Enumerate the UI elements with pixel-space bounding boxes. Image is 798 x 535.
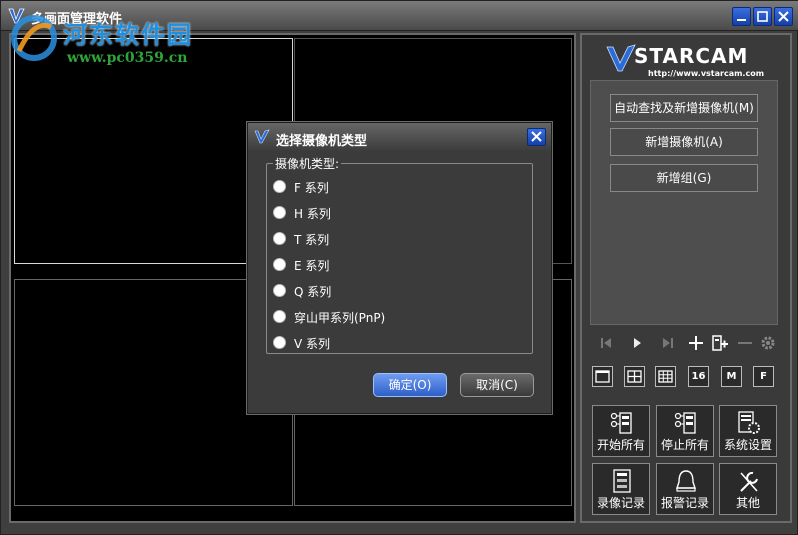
action-box: 自动查找及新增摄像机(M) 新增摄像机(A) 新增组(G): [590, 80, 778, 325]
radio-button[interactable]: [273, 284, 286, 297]
recording-log-icon: [613, 469, 631, 493]
stop-all-icon: [674, 412, 696, 434]
radio-button[interactable]: [273, 232, 286, 245]
radio-label: 穿山甲系列(PnP): [294, 311, 386, 325]
dialog-logo-icon: [254, 129, 270, 144]
radio-label: V 系列: [294, 337, 331, 351]
other-button[interactable]: 其他: [719, 463, 777, 515]
add-button[interactable]: [686, 333, 706, 353]
camera-type-group: 摄像机类型: F 系列 H 系列 T 系列 E 系列 Q 系列 穿山甲系列(Pn…: [266, 155, 533, 354]
vstarcam-v-icon: [606, 44, 636, 72]
close-button[interactable]: [774, 7, 793, 26]
gear-icon: [761, 336, 775, 350]
brand-name: STARCAM: [634, 44, 749, 68]
other-label: 其他: [735, 496, 760, 510]
ok-button[interactable]: 确定(O): [373, 373, 447, 397]
stop-all-button[interactable]: 停止所有: [656, 405, 714, 457]
dialog-close-button[interactable]: [527, 128, 546, 146]
layout-m-button[interactable]: M: [721, 366, 742, 387]
bell-icon: [676, 470, 696, 492]
radio-label: Q 系列: [294, 285, 332, 299]
window-title: 多画面管理软件: [31, 12, 123, 27]
title-bar[interactable]: 多画面管理软件: [1, 1, 798, 31]
add-camera-icon-button[interactable]: [710, 333, 730, 353]
radio-button[interactable]: [273, 180, 286, 193]
maximize-icon: [757, 11, 768, 22]
radio-button[interactable]: [273, 336, 286, 349]
layout-m-icon: M: [726, 371, 737, 382]
layout-selector: 16 M F: [592, 366, 782, 390]
app-window: 多画面管理软件 河东软件园 www.pc0359.cn STARCAM http…: [0, 0, 798, 535]
radio-label: E 系列: [294, 259, 330, 273]
app-logo-icon: [8, 8, 25, 24]
close-icon: [778, 11, 789, 22]
stop-all-label: 停止所有: [660, 438, 709, 452]
playback-toolbar: [592, 333, 782, 353]
fullscreen-button[interactable]: F: [753, 366, 774, 387]
brand-url: http://www.vstarcam.com: [648, 69, 765, 78]
system-settings-icon: [738, 411, 760, 434]
close-icon: [531, 131, 542, 142]
recordings-button[interactable]: 录像记录: [592, 463, 650, 515]
radio-label: H 系列: [294, 207, 331, 221]
add-camera-icon: [712, 335, 728, 351]
tools-icon: [740, 471, 758, 492]
layout-9-button[interactable]: [655, 366, 676, 387]
dialog-title: 选择摄像机类型: [276, 134, 368, 149]
radio-button[interactable]: [273, 258, 286, 271]
alarm-log-button[interactable]: 报警记录: [656, 463, 714, 515]
skip-previous-icon: [601, 338, 611, 348]
add-group-button[interactable]: 新增组(G): [610, 164, 758, 192]
layout-1-button[interactable]: [592, 366, 613, 387]
settings-gear-button[interactable]: [758, 333, 778, 353]
alarm-log-label: 报警记录: [660, 496, 709, 510]
layout-1-icon: [595, 370, 610, 383]
skip-next-icon: [663, 338, 673, 348]
minimize-icon: [737, 19, 746, 21]
fullscreen-icon: F: [760, 371, 767, 382]
radio-label: T 系列: [294, 233, 330, 247]
camera-type-dialog: 选择摄像机类型 摄像机类型: F 系列 H 系列 T 系列 E 系列 Q 系列 …: [247, 122, 552, 414]
plus-icon: [689, 336, 703, 350]
layout-4-button[interactable]: [624, 366, 645, 387]
minimize-button[interactable]: [732, 7, 751, 26]
layout-16-icon: 16: [691, 371, 706, 382]
start-all-icon: [610, 412, 632, 434]
radio-label: F 系列: [294, 181, 329, 195]
system-settings-label: 系统设置: [723, 438, 772, 452]
add-camera-button[interactable]: 新增摄像机(A): [610, 128, 758, 156]
recordings-label: 录像记录: [596, 496, 645, 510]
layout-9-icon: [658, 370, 673, 383]
brand-logo: STARCAM http://www.vstarcam.com: [604, 41, 774, 79]
skip-previous-button[interactable]: [596, 333, 616, 353]
play-icon: [634, 338, 641, 348]
radio-button[interactable]: [273, 310, 286, 323]
maximize-button[interactable]: [753, 7, 772, 26]
control-panel: STARCAM http://www.vstarcam.com 自动查找及新增摄…: [580, 33, 792, 523]
play-button[interactable]: [627, 333, 647, 353]
dialog-title-bar[interactable]: 选择摄像机类型: [248, 123, 551, 151]
layout-16-button[interactable]: 16: [688, 366, 709, 387]
start-all-button[interactable]: 开始所有: [592, 405, 650, 457]
auto-search-add-button[interactable]: 自动查找及新增摄像机(M): [610, 94, 758, 122]
remove-button[interactable]: [735, 333, 755, 353]
radio-button[interactable]: [273, 206, 286, 219]
skip-next-button[interactable]: [658, 333, 678, 353]
system-settings-button[interactable]: 系统设置: [719, 405, 777, 457]
cancel-button[interactable]: 取消(C): [460, 373, 534, 397]
camera-type-group-label: 摄像机类型:: [273, 155, 342, 172]
layout-4-icon: [627, 370, 642, 383]
start-all-label: 开始所有: [596, 438, 645, 452]
minus-icon: [738, 342, 752, 344]
